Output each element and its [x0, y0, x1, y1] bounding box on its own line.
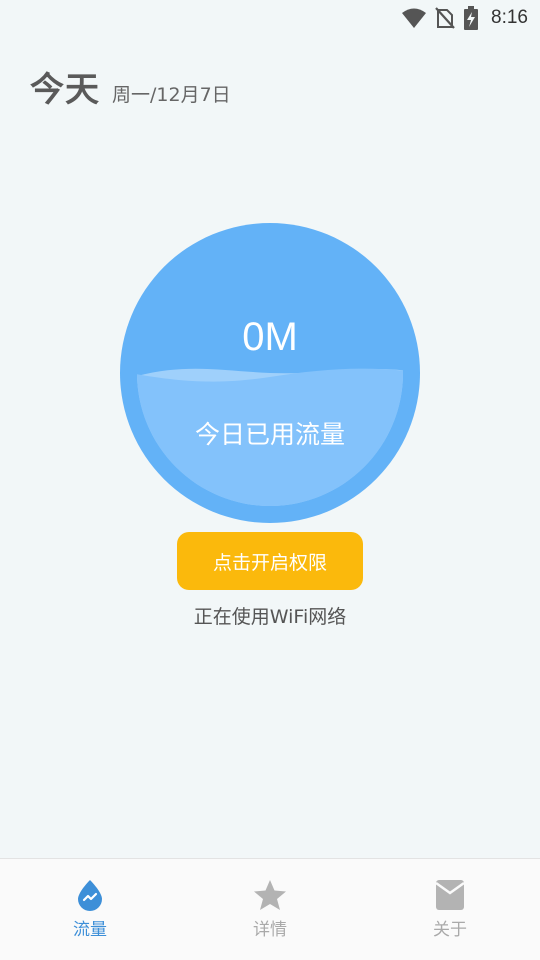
wifi-icon: [401, 7, 427, 29]
nav-item-about[interactable]: 关于: [360, 859, 540, 960]
header: 今天 周一/12月7日: [30, 62, 231, 111]
status-bar: 8:16: [0, 0, 540, 36]
traffic-drop-icon: [75, 879, 105, 911]
star-icon: [253, 879, 287, 911]
usage-caption: 今日已用流量: [194, 420, 345, 449]
no-sim-icon: [435, 7, 455, 29]
envelope-icon: [435, 879, 465, 911]
nav-label-traffic: 流量: [73, 920, 107, 940]
clock: 8:16: [491, 7, 528, 28]
date-label: 周一/12月7日: [112, 84, 231, 106]
usage-gauge: 0M 今日已用流量: [120, 223, 420, 523]
network-status: 正在使用WiFi网络: [193, 606, 347, 628]
bottom-nav: 流量 详情 关于: [0, 858, 540, 960]
usage-value: 0M: [242, 315, 298, 359]
page-title: 今天: [30, 70, 100, 110]
nav-label-details: 详情: [253, 920, 287, 940]
nav-item-traffic[interactable]: 流量: [0, 859, 180, 960]
nav-label-about: 关于: [433, 920, 467, 940]
enable-permission-button[interactable]: 点击开启权限: [177, 532, 363, 590]
battery-charging-icon: [463, 6, 479, 30]
gauge-graphic: [120, 223, 420, 523]
nav-item-details[interactable]: 详情: [180, 859, 360, 960]
